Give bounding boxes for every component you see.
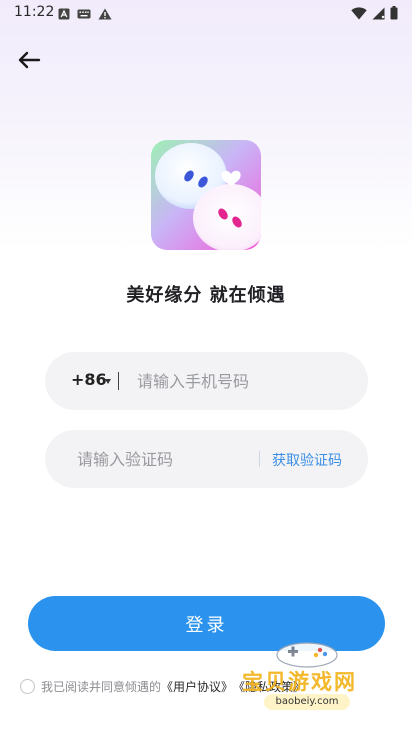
watermark-url: baobeiy.com xyxy=(264,694,350,710)
code-field: 获取验证码 xyxy=(45,430,368,488)
status-right-icons xyxy=(351,5,398,24)
keyboard-icon xyxy=(77,5,91,24)
user-agreement-link[interactable]: 《用户协议》 xyxy=(161,678,233,695)
field-divider xyxy=(259,451,260,467)
back-button[interactable] xyxy=(14,48,44,76)
verification-code-input[interactable] xyxy=(77,430,257,488)
phone-field: +86 xyxy=(45,352,368,410)
watermark-text: 宝贝游戏网 xyxy=(242,670,357,694)
wifi-icon xyxy=(351,5,367,24)
agreement-prefix: 我已阅读并同意倾遇的 xyxy=(41,680,162,694)
agree-checkbox[interactable] xyxy=(20,679,35,694)
arrow-left-icon xyxy=(17,51,41,73)
status-bar: 11:22 xyxy=(0,0,412,26)
country-code-selector[interactable]: +86 xyxy=(71,370,107,389)
status-time: 11:22 xyxy=(14,4,55,20)
get-code-button[interactable]: 获取验证码 xyxy=(272,450,342,470)
battery-icon xyxy=(390,5,398,24)
gamepad-icon xyxy=(276,642,338,668)
phone-input[interactable] xyxy=(137,352,347,410)
site-watermark: 宝贝游戏网 baobeiy.com xyxy=(236,636,386,722)
chevron-down-icon xyxy=(105,379,111,384)
warning-icon xyxy=(98,5,112,24)
status-left-icons xyxy=(58,5,112,24)
app-logo xyxy=(151,140,261,250)
text-cursor xyxy=(118,372,119,390)
app-slogan: 美好缘分 就在倾遇 xyxy=(126,285,286,306)
signal-icon xyxy=(372,5,385,24)
notification-a-icon xyxy=(58,5,70,24)
